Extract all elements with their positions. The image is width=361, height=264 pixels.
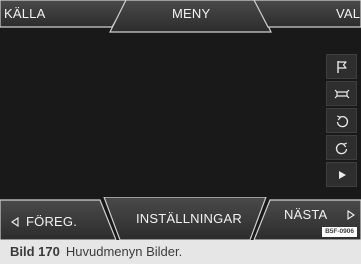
select-button-label: VAL [336, 6, 361, 21]
rotate-right-button[interactable] [326, 135, 357, 160]
menu-button-label: MENY [172, 6, 211, 21]
rotate-left-icon [336, 114, 348, 127]
triangle-right-icon [347, 210, 355, 220]
settings-button-label: INSTÄLLNINGAR [136, 211, 242, 226]
play-slideshow-button[interactable] [326, 162, 357, 187]
top-bar: KÄLLA MENY VAL [0, 0, 361, 33]
image-tools-panel [326, 54, 357, 189]
rotate-right-icon [335, 141, 347, 154]
image-code: B5F-0906 [322, 227, 357, 237]
fit-to-screen-icon [334, 89, 349, 98]
source-button-label: KÄLLA [4, 6, 46, 21]
previous-button-label: FÖREG. [26, 214, 78, 229]
settings-button[interactable]: INSTÄLLNINGAR [116, 197, 256, 240]
play-icon [338, 170, 346, 179]
infotainment-screen: KÄLLA MENY VAL FÖREG. INSTÄLLNINGAR NÄST… [0, 0, 361, 240]
next-button-label: NÄSTA [284, 207, 328, 222]
source-button[interactable]: KÄLLA [0, 0, 118, 27]
caption-text: Huvudmenyn Bilder. [65, 244, 183, 259]
rotate-left-button[interactable] [326, 108, 357, 133]
triangle-left-icon [11, 217, 19, 227]
select-button[interactable]: VAL [266, 0, 361, 27]
figure-caption: Bild 170 Huvudmenyn Bilder. [0, 240, 361, 264]
menu-button[interactable]: MENY [120, 0, 260, 32]
fit-to-screen-button[interactable] [326, 81, 357, 106]
previous-button[interactable]: FÖREG. [0, 200, 108, 240]
figure-label: Bild 170 [10, 244, 60, 259]
bottom-bar: FÖREG. INSTÄLLNINGAR NÄSTA [0, 197, 361, 240]
flag-button[interactable] [326, 54, 357, 79]
flag-icon [336, 60, 347, 73]
